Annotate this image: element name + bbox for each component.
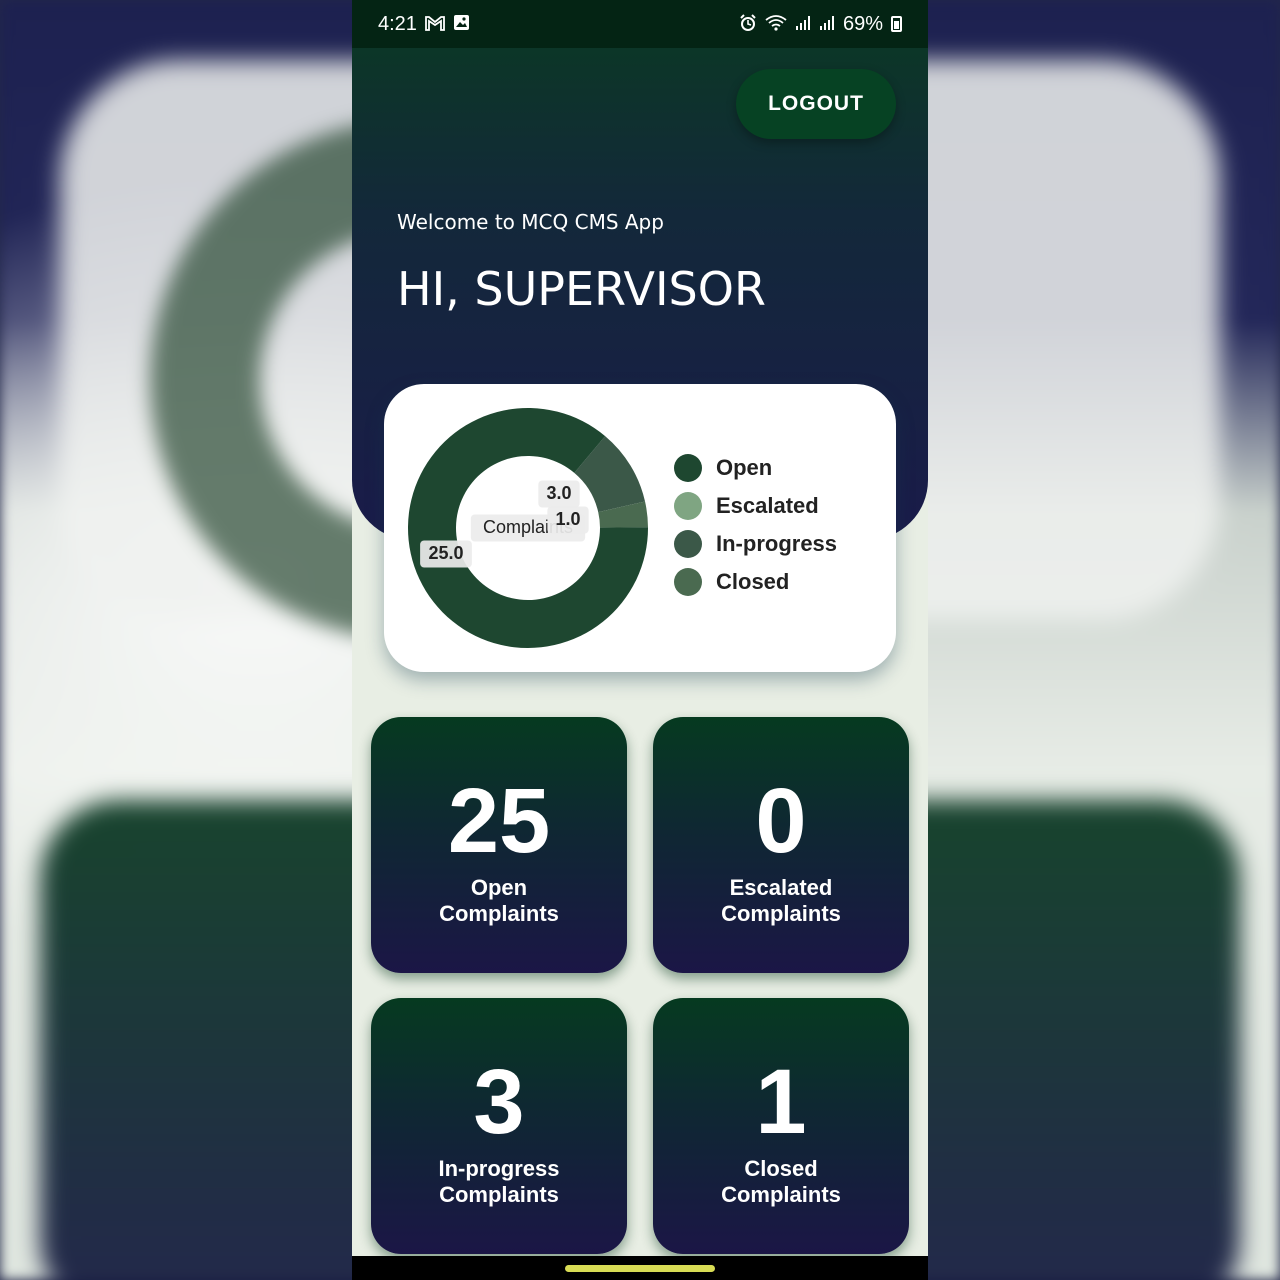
complaints-donut-chart: Complaints25.03.01.0 [408, 408, 648, 648]
status-bar: 4:21 69% [352, 0, 928, 48]
legend-item-in-progress: In-progress [674, 529, 838, 558]
donut-data-label: 1.0 [547, 506, 589, 534]
svg-text:25.0: 25.0 [428, 543, 463, 563]
legend-swatch [674, 567, 702, 596]
legend-label: Open [716, 454, 773, 480]
battery-icon [891, 16, 902, 32]
tile-count: 25 [447, 770, 551, 872]
tile-count: 1 [755, 1051, 807, 1153]
home-handle[interactable] [565, 1265, 715, 1272]
tile-count: 3 [473, 1051, 525, 1153]
legend-swatch [674, 529, 702, 558]
alarm-icon [739, 13, 757, 35]
greeting-title: HI, SUPERVISOR [397, 262, 766, 316]
donut-data-label: 25.0 [420, 540, 472, 568]
open-complaints-tile[interactable]: 25 Open Complaints [371, 717, 627, 973]
signal-icon [819, 15, 835, 34]
tile-label-line: Closed [744, 1156, 818, 1181]
wifi-icon [765, 14, 787, 34]
phone-screen: 4:21 69% LOGOUT Welcome to MCQ CMS App H… [352, 0, 928, 1280]
signal-icon [795, 15, 811, 34]
tile-label-line: Complaints [439, 1182, 559, 1207]
tile-label-line: In-progress [438, 1156, 560, 1181]
donut-data-label: 3.0 [538, 480, 580, 508]
legend-swatch [674, 491, 702, 520]
status-time: 4:21 [378, 12, 417, 35]
tile-label-line: Open [470, 875, 528, 900]
chart-legend: Open Escalated In-progress Closed [674, 453, 838, 596]
tile-label: Closed Complaints [653, 1156, 909, 1208]
battery-percent: 69% [842, 12, 883, 35]
tile-label: Escalated Complaints [653, 875, 909, 927]
tile-count: 0 [755, 770, 807, 872]
legend-item-closed: Closed [674, 567, 837, 596]
tile-label-line: Complaints [721, 901, 841, 926]
tile-label-line: Escalated [729, 875, 833, 900]
image-icon [453, 14, 470, 34]
logout-button[interactable]: LOGOUT [736, 69, 896, 139]
complaints-chart-card: Complaints 25.0 3.0 1.0 Open Escalated In-pro… [384, 384, 896, 672]
tile-label-line: Complaints [439, 901, 559, 926]
legend-label: Escalated [716, 492, 819, 518]
closed-complaints-tile[interactable]: 1 Closed Complaints [653, 998, 909, 1254]
navigation-bar [352, 1256, 928, 1280]
legend-item-escalated: Escalated [674, 491, 837, 520]
gmail-icon [425, 15, 445, 34]
legend-item-open: Open [674, 453, 837, 482]
svg-text:1.0: 1.0 [555, 509, 580, 529]
legend-label: In-progress [716, 530, 838, 556]
svg-text:3.0: 3.0 [546, 483, 571, 503]
tile-label: In-progress Complaints [371, 1156, 627, 1208]
legend-swatch [674, 453, 702, 482]
tile-label-line: Complaints [721, 1182, 841, 1207]
legend-label: Closed [716, 568, 790, 594]
escalated-complaints-tile[interactable]: 0 Escalated Complaints [653, 717, 909, 973]
tile-label: Open Complaints [371, 875, 627, 927]
inprogress-complaints-tile[interactable]: 3 In-progress Complaints [371, 998, 627, 1254]
welcome-text: Welcome to MCQ CMS App [397, 210, 664, 234]
